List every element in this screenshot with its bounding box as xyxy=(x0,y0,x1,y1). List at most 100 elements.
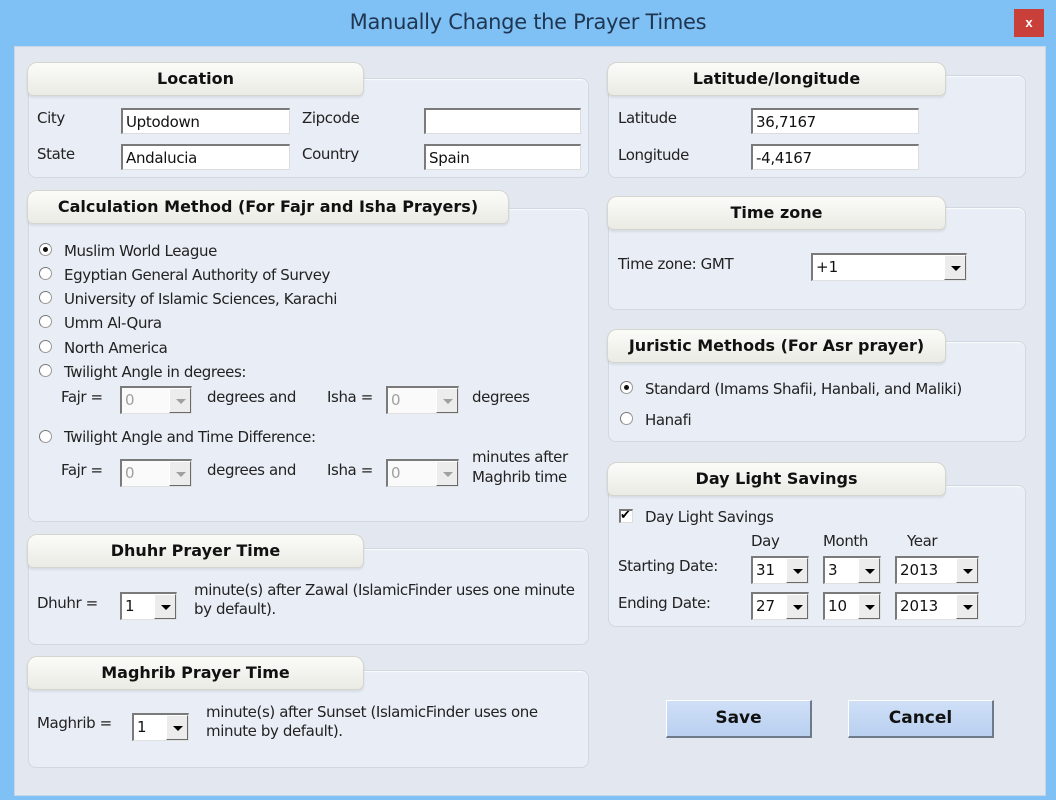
timezone-combo[interactable]: +1 xyxy=(811,253,967,281)
dhuhr-desc: by default). xyxy=(194,600,276,618)
cancel-button[interactable]: Cancel xyxy=(848,700,994,738)
dst-checkbox[interactable] xyxy=(619,507,633,523)
maghrib-minutes-combo[interactable]: 1 xyxy=(132,713,189,741)
combo-value: 2013 xyxy=(900,561,939,579)
country-label: Country xyxy=(302,145,359,163)
end-day-combo[interactable]: 27 xyxy=(751,592,809,620)
fajr-label: Fajr = xyxy=(61,388,103,406)
minutes-after-label: minutes after xyxy=(472,448,568,466)
save-button[interactable]: Save xyxy=(666,700,812,738)
calculation-heading: Calculation Method (For Fajr and Isha Pr… xyxy=(27,190,509,224)
option-label: Twilight Angle in degrees: xyxy=(64,363,247,381)
radio-umm-al-qura[interactable] xyxy=(39,315,52,328)
dst-heading: Day Light Savings xyxy=(607,462,946,496)
dhuhr-label: Dhuhr = xyxy=(37,594,98,612)
zipcode-label: Zipcode xyxy=(302,109,360,127)
isha-label: Isha = xyxy=(327,461,373,479)
chevron-down-icon xyxy=(956,558,978,583)
fajr-label: Fajr = xyxy=(61,461,103,479)
longitude-label: Longitude xyxy=(618,146,690,164)
radio-standard[interactable] xyxy=(620,381,633,394)
chevron-down-icon xyxy=(169,388,191,413)
close-button[interactable]: x xyxy=(1014,9,1044,37)
zipcode-input[interactable] xyxy=(424,108,581,134)
chevron-down-icon xyxy=(154,594,176,619)
fajr-angle-combo[interactable]: 0 xyxy=(120,386,192,414)
option-label: Standard (Imams Shafii, Hanbali, and Mal… xyxy=(645,380,962,398)
start-day-combo[interactable]: 31 xyxy=(751,556,809,584)
window-title: Manually Change the Prayer Times xyxy=(349,10,707,34)
option-label: University of Islamic Sciences, Karachi xyxy=(64,290,337,308)
chevron-down-icon xyxy=(166,715,188,740)
combo-value: 10 xyxy=(828,597,848,615)
combo-value: 2013 xyxy=(900,597,939,615)
option-label: Muslim World League xyxy=(64,242,217,260)
isha-angle-combo[interactable]: 0 xyxy=(386,386,459,414)
isha-time-combo[interactable]: 0 xyxy=(386,459,459,487)
latitude-input[interactable] xyxy=(751,108,919,134)
col-day-label: Day xyxy=(751,532,780,550)
maghrib-label: Maghrib = xyxy=(37,714,112,732)
chevron-down-icon xyxy=(944,255,966,280)
option-label: Umm Al-Qura xyxy=(64,314,162,332)
longitude-input[interactable] xyxy=(751,144,919,170)
col-year-label: Year xyxy=(907,532,938,550)
latlong-heading: Latitude/longitude xyxy=(607,62,946,96)
end-year-combo[interactable]: 2013 xyxy=(895,592,979,620)
combo-value: +1 xyxy=(816,258,839,276)
radio-twilight-angle[interactable] xyxy=(39,364,52,377)
radio-twilight-time-difference[interactable] xyxy=(39,430,52,443)
radio-karachi[interactable] xyxy=(39,291,52,304)
combo-value: 0 xyxy=(125,464,135,482)
combo-value: 0 xyxy=(125,391,135,409)
location-heading: Location xyxy=(27,62,364,96)
option-label: Hanafi xyxy=(645,411,692,429)
combo-value: 1 xyxy=(125,597,135,615)
chevron-down-icon xyxy=(786,594,808,619)
starting-date-label: Starting Date: xyxy=(618,557,718,575)
maghrib-heading: Maghrib Prayer Time xyxy=(27,656,364,690)
maghrib-desc: minute by default). xyxy=(206,722,343,740)
start-year-combo[interactable]: 2013 xyxy=(895,556,979,584)
chevron-down-icon xyxy=(858,558,880,583)
isha-label: Isha = xyxy=(327,388,373,406)
combo-value: 0 xyxy=(391,464,401,482)
maghrib-time-label: Maghrib time xyxy=(472,468,567,486)
end-month-combo[interactable]: 10 xyxy=(823,592,881,620)
dst-checkbox-label: Day Light Savings xyxy=(645,508,774,526)
ending-date-label: Ending Date: xyxy=(618,594,711,612)
dhuhr-desc: minute(s) after Zawal (IslamicFinder use… xyxy=(194,581,575,599)
degrees-and-label: degrees and xyxy=(207,461,296,479)
chevron-down-icon xyxy=(436,388,458,413)
chevron-down-icon xyxy=(956,594,978,619)
dhuhr-minutes-combo[interactable]: 1 xyxy=(120,592,177,620)
timezone-heading: Time zone xyxy=(607,196,946,230)
combo-value: 31 xyxy=(756,561,776,579)
radio-hanafi[interactable] xyxy=(620,412,633,425)
radio-muslim-world-league[interactable] xyxy=(39,243,52,256)
start-month-combo[interactable]: 3 xyxy=(823,556,881,584)
latitude-label: Latitude xyxy=(618,109,677,127)
radio-egyptian[interactable] xyxy=(39,267,52,280)
juristic-heading: Juristic Methods (For Asr prayer) xyxy=(607,329,946,363)
combo-value: 27 xyxy=(756,597,776,615)
city-label: City xyxy=(37,109,65,127)
state-input[interactable] xyxy=(121,144,290,170)
title-bar: Manually Change the Prayer Times x xyxy=(0,0,1056,46)
option-label: North America xyxy=(64,339,168,357)
chevron-down-icon xyxy=(858,594,880,619)
option-label: Twilight Angle and Time Difference: xyxy=(64,428,316,446)
combo-value: 3 xyxy=(828,561,838,579)
state-label: State xyxy=(37,145,75,163)
timezone-label: Time zone: GMT xyxy=(618,255,734,273)
col-month-label: Month xyxy=(823,532,869,550)
chevron-down-icon xyxy=(786,558,808,583)
option-label: Egyptian General Authority of Survey xyxy=(64,266,330,284)
country-input[interactable] xyxy=(424,144,581,170)
radio-north-america[interactable] xyxy=(39,340,52,353)
dhuhr-heading: Dhuhr Prayer Time xyxy=(27,534,364,568)
degrees-label: degrees xyxy=(472,388,530,406)
chevron-down-icon xyxy=(436,461,458,486)
fajr-time-combo[interactable]: 0 xyxy=(120,459,192,487)
city-input[interactable] xyxy=(121,108,290,134)
